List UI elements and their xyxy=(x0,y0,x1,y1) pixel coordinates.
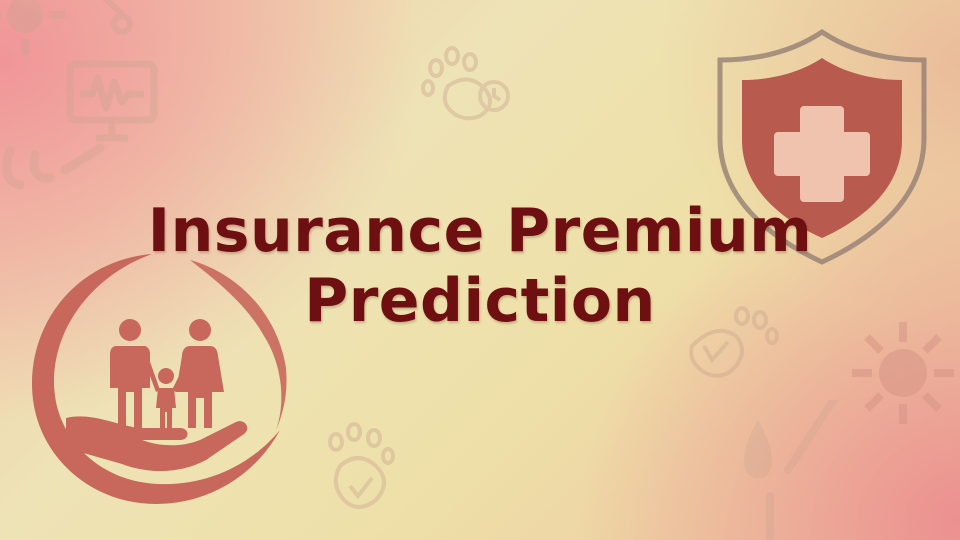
sun-icon xyxy=(0,0,65,55)
hook-icon xyxy=(102,0,133,35)
drop-icon xyxy=(744,400,839,540)
pet-paw-icon xyxy=(421,46,510,121)
title-slide: Insurance Premium Prediction xyxy=(0,0,960,540)
sun-icon xyxy=(852,322,954,424)
slide-title: Insurance Premium Prediction xyxy=(100,196,860,336)
title-line-2: Prediction xyxy=(304,266,656,336)
stethoscope-icon xyxy=(2,143,105,190)
title-line-1: Insurance Premium xyxy=(147,196,813,266)
pet-paw-icon xyxy=(328,422,395,509)
